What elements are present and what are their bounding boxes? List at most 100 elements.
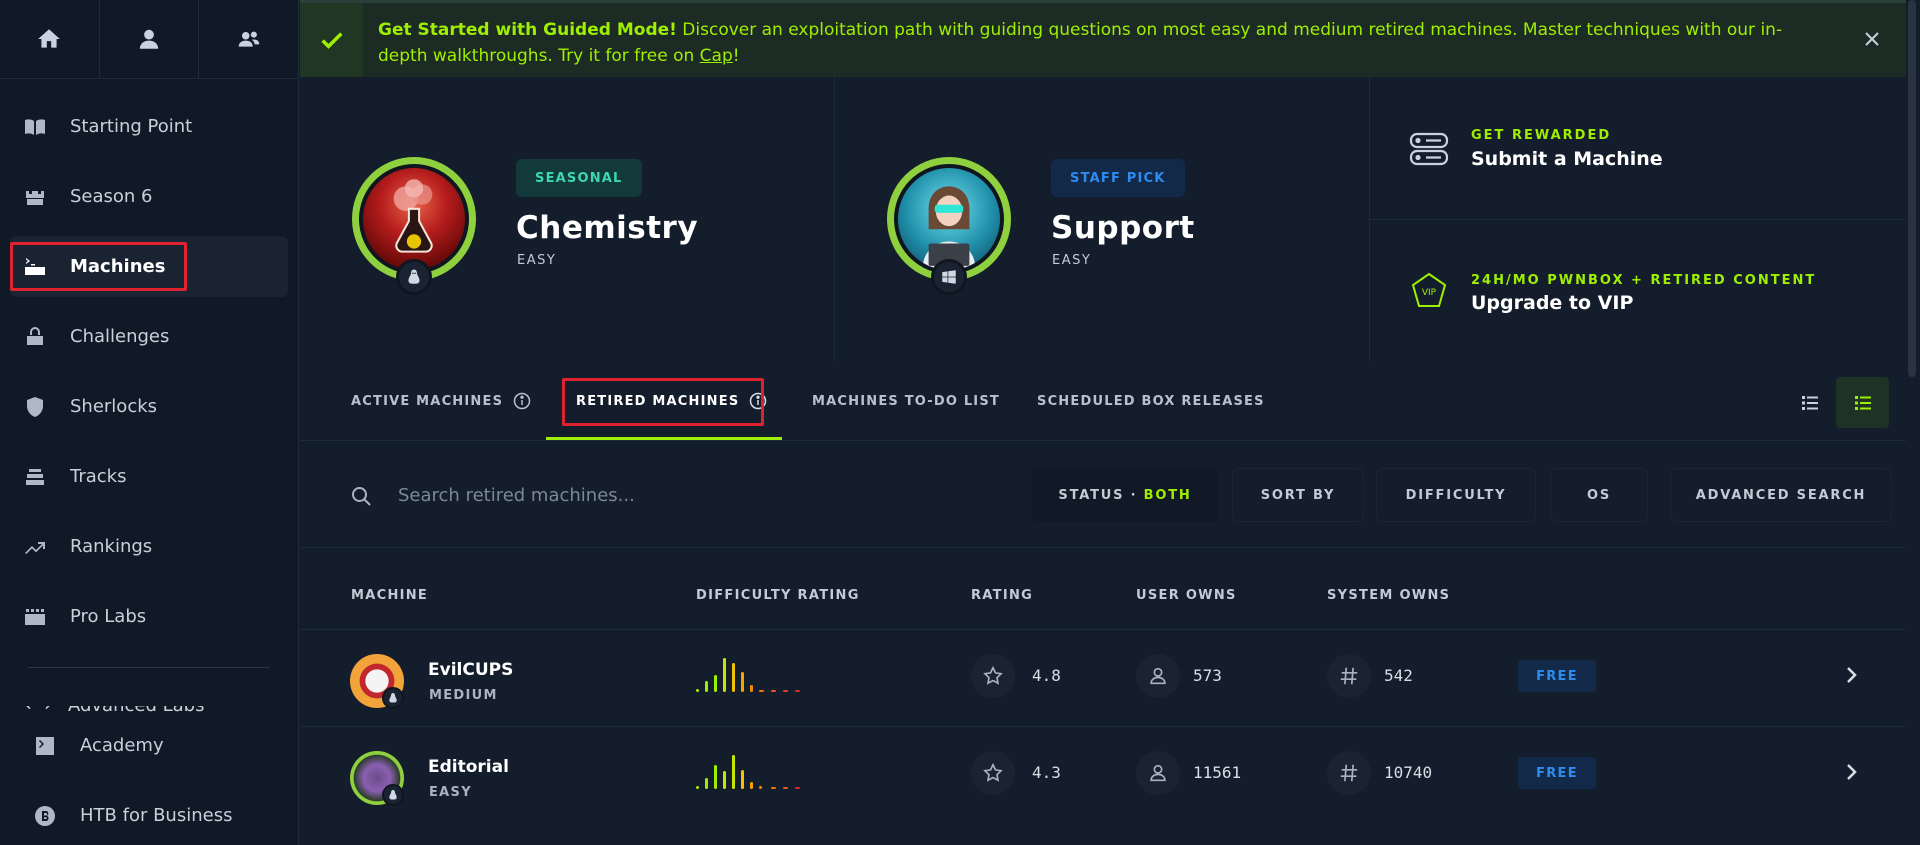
user-icon [139,29,159,49]
home-icon [38,29,61,48]
svg-text:VIP: VIP [1422,288,1437,298]
system-owns-icon-wrap [1327,751,1371,795]
sidebar-item-label: Machines [70,256,166,277]
sidebar-item-challenges[interactable]: Challenges [10,306,288,367]
user-owns-count: 11561 [1193,763,1242,782]
row-open-chevron[interactable] [1840,664,1862,690]
vip-icon: VIP [1411,272,1447,307]
table-header: MACHINE DIFFICULTY RATING RATING USER OW… [300,548,1906,628]
machine-difficulty: EASY [429,785,472,800]
column-header-user-owns[interactable]: USER OWNS [1136,588,1237,603]
linux-icon [408,269,420,284]
machine-name[interactable]: Editorial [428,757,509,777]
sidebar-top-bar [0,0,298,79]
server-icon [1409,132,1449,166]
sidebar-item-htb-business[interactable]: HTB for Business [20,785,278,845]
business-icon [35,805,55,826]
info-icon[interactable] [749,392,767,410]
system-owns-count: 10740 [1384,763,1433,782]
sidebar-item-label: HTB for Business [80,805,233,826]
column-header-difficulty-rating[interactable]: DIFFICULTY RATING [696,588,860,603]
tab-active-machines[interactable]: ACTIVE MACHINES [351,361,531,441]
featured-machine-name[interactable]: Chemistry [516,210,698,246]
trending-up-icon [25,541,45,554]
table-row[interactable]: Editorial EASY 4.3 11561 10740 FREE [300,726,1906,823]
banner-link-cap[interactable]: Cap [700,46,733,66]
shield-bolt-icon [27,396,43,417]
guided-mode-banner: Get Started with Guided Mode! Discover a… [300,0,1906,77]
sort-by-button[interactable]: SORT BY [1232,468,1364,522]
user-owns-count: 573 [1193,666,1222,685]
sidebar-item-rankings[interactable]: Rankings [10,516,288,577]
detailed-list-view-button[interactable] [1836,377,1889,428]
sidebar-item-season[interactable]: Season 6 [10,166,288,227]
sidebar-item-starting-point[interactable]: Starting Point [10,96,288,157]
advanced-search-button[interactable]: ADVANCED SEARCH [1670,468,1892,522]
linux-icon [389,693,397,703]
page-scrollbar[interactable] [1908,0,1916,377]
submit-machine-link[interactable]: GET REWARDED Submit a Machine [1370,77,1906,220]
os-filter-button[interactable]: OS [1550,468,1648,522]
featured-machine-name[interactable]: Support [1051,210,1195,246]
row-open-chevron[interactable] [1840,761,1862,787]
table-row[interactable]: EvilCUPS MEDIUM 4.8 573 542 FREE [300,629,1906,726]
sidebar-item-tracks[interactable]: Tracks [10,446,288,507]
chevron-right-icon [1847,667,1857,683]
promo-title: Submit a Machine [1471,148,1663,170]
tab-retired-machines[interactable]: RETIRED MACHINES [576,361,767,441]
column-header-machine[interactable]: MACHINE [351,588,428,603]
staff-pick-badge: STAFF PICK [1051,159,1185,197]
windows-icon [942,270,956,284]
featured-machine-card[interactable]: SEASONAL Chemistry EASY [300,77,835,361]
team-button[interactable] [199,0,298,78]
machine-rating: 4.8 [1032,666,1061,685]
search-icon [352,487,371,506]
tab-machines-todo[interactable]: MACHINES TO-DO LIST [812,361,1000,441]
book-icon [25,118,45,135]
staff-pick-card[interactable]: STAFF PICK Support EASY [835,77,1370,361]
status-filter-button[interactable]: STATUS · BOTH [1032,468,1218,522]
sidebar-item-academy[interactable]: Academy [20,715,278,776]
sidebar-item-sherlocks[interactable]: Sherlocks [10,376,288,437]
sidebar-nav: Starting Point Season 6 Machines Challen… [0,79,298,647]
column-header-rating[interactable]: RATING [971,588,1033,603]
home-button[interactable] [0,0,100,78]
rating-star-button[interactable] [971,751,1015,795]
info-icon[interactable] [513,392,531,410]
banner-end: ! [732,46,740,66]
banner-bold: Get Started with Guided Mode! [378,20,677,40]
seasonal-badge: SEASONAL [516,159,642,197]
banner-close-button[interactable] [1862,29,1882,53]
compact-list-view-button[interactable] [1783,377,1836,428]
sidebar-item-label: Challenges [70,326,170,347]
linux-icon [389,790,397,800]
promo-icon-wrap: VIP [1408,270,1450,316]
system-owns-count: 542 [1384,666,1413,685]
sidebar-item-machines[interactable]: Machines [10,236,288,297]
tab-scheduled-releases[interactable]: SCHEDULED BOX RELEASES [1037,361,1265,441]
machine-name[interactable]: EvilCUPS [428,660,513,680]
academy-icon [36,736,54,755]
promo-panel: GET REWARDED Submit a Machine VIP 24H/MO… [1370,77,1906,361]
rating-star-button[interactable] [971,654,1015,698]
team-icon [238,31,259,47]
sidebar-item-pro-labs[interactable]: Pro Labs [10,586,288,647]
profile-button[interactable] [100,0,200,78]
chevron-right-icon [1847,764,1857,780]
free-badge: FREE [1518,757,1596,789]
hash-icon [1340,764,1358,782]
list-view-icon [1801,395,1818,410]
sidebar-divider [28,667,270,668]
sidebar-item-label: Academy [80,735,164,756]
upgrade-vip-link[interactable]: VIP 24H/MO PWNBOX + RETIRED CONTENT Upgr… [1370,220,1906,362]
search-input[interactable] [398,477,898,513]
flask-icon [393,179,433,253]
column-header-system-owns[interactable]: SYSTEM OWNS [1327,588,1450,603]
check-icon [320,32,343,49]
difficulty-filter-button[interactable]: DIFFICULTY [1376,468,1536,522]
status-filter-label: STATUS · [1058,487,1138,503]
sidebar-item-label: Season 6 [70,186,153,207]
sidebar: Starting Point Season 6 Machines Challen… [0,0,299,845]
tab-label: MACHINES TO-DO LIST [812,393,1000,409]
free-badge: FREE [1518,660,1596,692]
